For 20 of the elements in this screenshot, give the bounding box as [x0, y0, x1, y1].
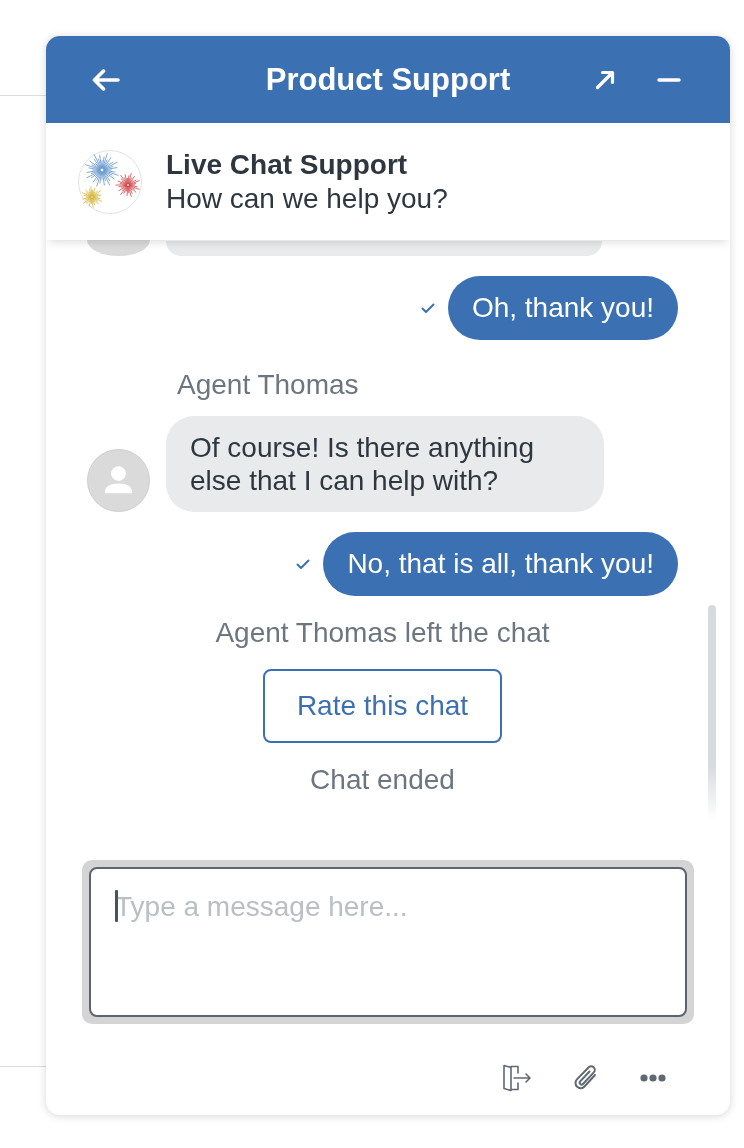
- arrow-left-icon[interactable]: [92, 68, 120, 91]
- system-notice: Chat ended: [310, 763, 455, 796]
- door-arrow-icon[interactable]: [502, 1064, 532, 1092]
- sender-name: Agent Thomas: [177, 368, 359, 401]
- sent-message: No, that is all, thank you!: [323, 532, 678, 596]
- system-notice: Agent Thomas left the chat: [215, 616, 550, 649]
- window-title: Product Support: [265, 61, 511, 98]
- agent-message: Of course! Is there anything else that I can help with?: [166, 416, 604, 512]
- person-avatar-icon: [87, 240, 150, 256]
- more-icon[interactable]: [640, 1074, 666, 1082]
- sent-message: Oh, thank you!: [447, 276, 678, 340]
- agent-card-name: Live Chat Support: [166, 147, 408, 182]
- chat-action-button[interactable]: Rate this chat: [262, 669, 503, 743]
- arrow-up-right-icon[interactable]: [595, 69, 615, 90]
- person-avatar-icon: [87, 449, 150, 512]
- text-cursor-icon: [115, 890, 118, 922]
- agent-card-subtitle: How can we help you?: [166, 181, 448, 216]
- message-input[interactable]: Type a message here...: [82, 860, 694, 1024]
- fireworks-avatar-icon: [78, 149, 142, 214]
- minimize-icon[interactable]: [657, 77, 681, 82]
